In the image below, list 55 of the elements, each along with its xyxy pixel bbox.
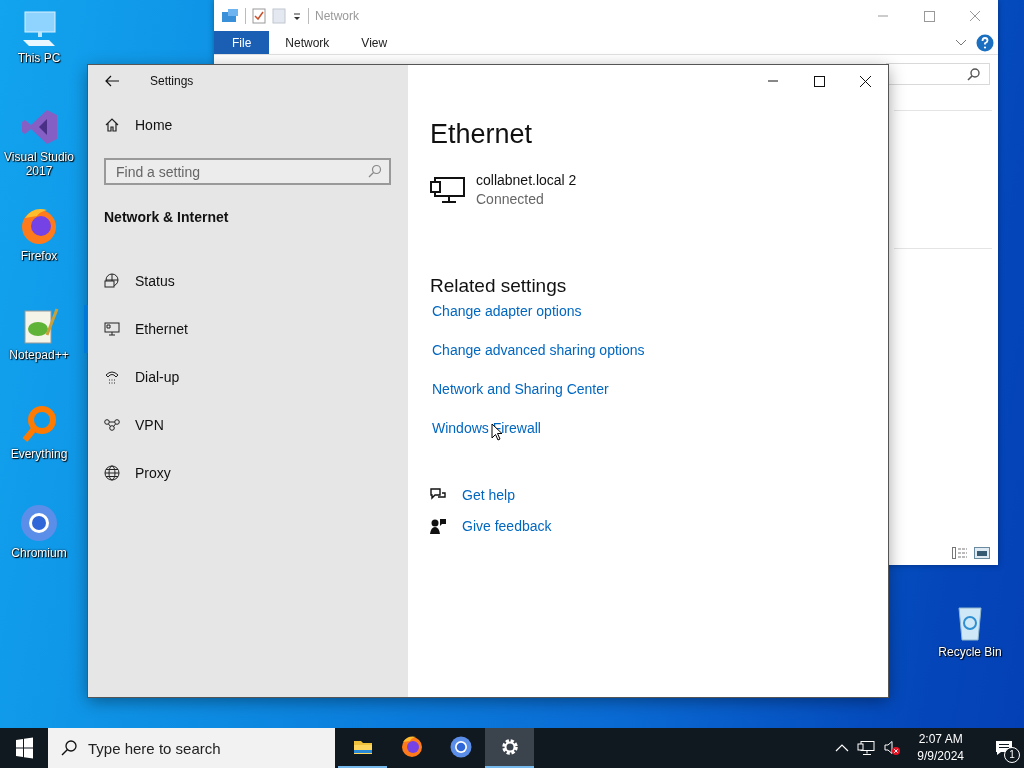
window-title: Settings <box>150 74 194 88</box>
connection-item[interactable]: collabnet.local 2 Connected <box>430 172 577 207</box>
section-heading: Related settings <box>430 275 567 297</box>
taskbar-app[interactable] <box>485 728 534 768</box>
monitor-network-icon <box>430 174 466 204</box>
notification-button[interactable]: 1 <box>984 728 1024 768</box>
search-icon <box>368 164 382 178</box>
settings-link[interactable]: Network and Sharing Center <box>430 380 611 398</box>
clock[interactable]: 2:07 AM 9/9/2024 <box>909 731 972 765</box>
window-title: Network <box>315 8 359 23</box>
globe-monitor-icon <box>104 273 120 289</box>
settings-link[interactable]: Change adapter options <box>430 302 584 320</box>
search-icon <box>61 740 77 756</box>
nav-item[interactable]: Proxy <box>84 449 408 497</box>
desktop-icon-label[interactable]: Recycle Bin <box>938 645 1002 659</box>
chromium-logo-icon[interactable] <box>19 503 59 543</box>
settings-link[interactable]: Windows Firewall <box>430 419 543 437</box>
ribbon-tab[interactable]: View <box>345 31 404 54</box>
visual-studio-logo-icon[interactable] <box>19 107 59 147</box>
folder-network-icon[interactable] <box>221 7 239 24</box>
help-link[interactable]: Give feedback <box>460 517 554 535</box>
details-view-icon[interactable] <box>952 547 968 559</box>
network-monitor-icon[interactable] <box>857 740 876 756</box>
phone-icon <box>104 369 120 385</box>
person-feedback-icon <box>430 518 446 534</box>
help-icon[interactable] <box>976 33 994 52</box>
home-link[interactable]: Home <box>104 114 173 136</box>
speaker-muted-icon[interactable] <box>883 740 902 756</box>
monitor-network-icon <box>104 321 120 337</box>
nav-item[interactable]: VPN <box>84 401 408 449</box>
vpn-nodes-icon <box>104 417 120 433</box>
nav-item[interactable]: Dial-up <box>84 353 408 401</box>
ribbon-tab[interactable]: File <box>214 31 270 54</box>
firefox-logo-icon <box>399 735 424 759</box>
page-title: Ethernet <box>430 119 533 150</box>
chevron-up-icon[interactable] <box>835 743 850 753</box>
section-heading: Network & Internet <box>104 209 230 225</box>
connection-status: Connected <box>476 191 545 207</box>
nav-item[interactable]: Status <box>84 257 408 305</box>
chromium-logo-icon <box>448 735 473 759</box>
notification-badge: 1 <box>1004 747 1020 763</box>
settings-link[interactable]: Change advanced sharing options <box>430 341 647 359</box>
connection-name: collabnet.local 2 <box>476 172 577 188</box>
search-icon <box>967 67 981 81</box>
properties-icon[interactable] <box>252 7 266 24</box>
ribbon-tab[interactable]: Network <box>269 31 346 54</box>
search-field[interactable]: Type here to search <box>48 728 335 768</box>
home-icon <box>104 117 120 133</box>
globe-icon <box>104 465 120 481</box>
back-arrow-icon[interactable] <box>104 74 120 88</box>
chevron-down-icon[interactable] <box>954 37 968 48</box>
large-icons-view-icon[interactable] <box>974 547 990 559</box>
firefox-logo-icon[interactable] <box>19 206 59 246</box>
help-link[interactable]: Get help <box>460 486 517 504</box>
search-field[interactable]: Find a setting <box>104 158 391 185</box>
